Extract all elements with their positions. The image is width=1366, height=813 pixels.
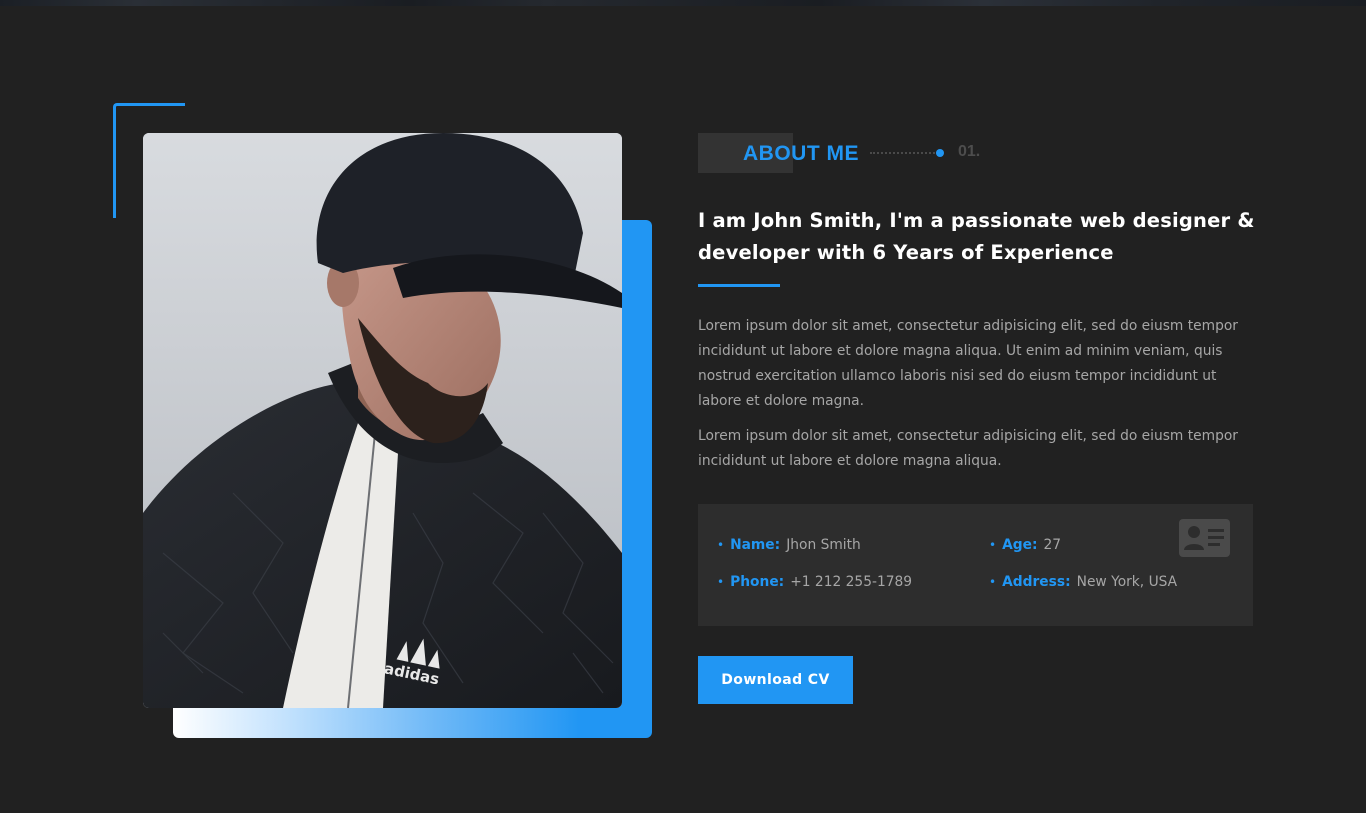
info-name-value: Jhon Smith <box>786 537 861 553</box>
id-card-icon <box>1179 519 1230 557</box>
info-address-value: New York, USA <box>1076 574 1178 590</box>
personal-info-card: • Name: Jhon Smith • Phone: +1 212 255-1789 … <box>698 504 1253 626</box>
info-address: • Address: New York, USA <box>989 574 1177 594</box>
bullet-icon: • <box>989 538 997 552</box>
info-name: • Name: Jhon Smith <box>717 537 861 557</box>
bullet-icon: • <box>989 575 997 589</box>
info-phone-value: +1 212 255-1789 <box>790 574 913 590</box>
bullet-icon: • <box>717 575 725 589</box>
download-cv-button[interactable]: Download CV <box>698 656 853 704</box>
info-phone: • Phone: +1 212 255-1789 <box>717 574 912 594</box>
info-name-label: Name: <box>730 537 781 553</box>
section-title: ABOUT ME <box>743 142 859 165</box>
about-paragraph-2: Lorem ipsum dolor sit amet, consectetur … <box>698 428 1238 469</box>
dot-decoration <box>936 149 944 157</box>
info-address-label: Address: <box>1002 574 1071 590</box>
bullet-icon: • <box>717 538 725 552</box>
about-paragraph-1: Lorem ipsum dolor sit amet, consectetur … <box>698 318 1238 409</box>
section-eyebrow: ABOUT ME 01. <box>698 133 998 173</box>
section-number: 01. <box>958 143 981 160</box>
headline-underline <box>698 284 780 287</box>
info-age-value: 27 <box>1043 537 1062 553</box>
info-phone-label: Phone: <box>730 574 785 590</box>
dotted-line-decoration <box>870 152 938 154</box>
info-age-label: Age: <box>1002 537 1038 553</box>
profile-photo: adidas <box>143 133 622 708</box>
about-headline: I am John Smith, I'm a passionate web de… <box>698 209 1255 264</box>
about-section: adidas ABOUT ME 01. I am John Smith, I'm… <box>0 6 1366 813</box>
info-age: • Age: 27 <box>989 537 1061 557</box>
